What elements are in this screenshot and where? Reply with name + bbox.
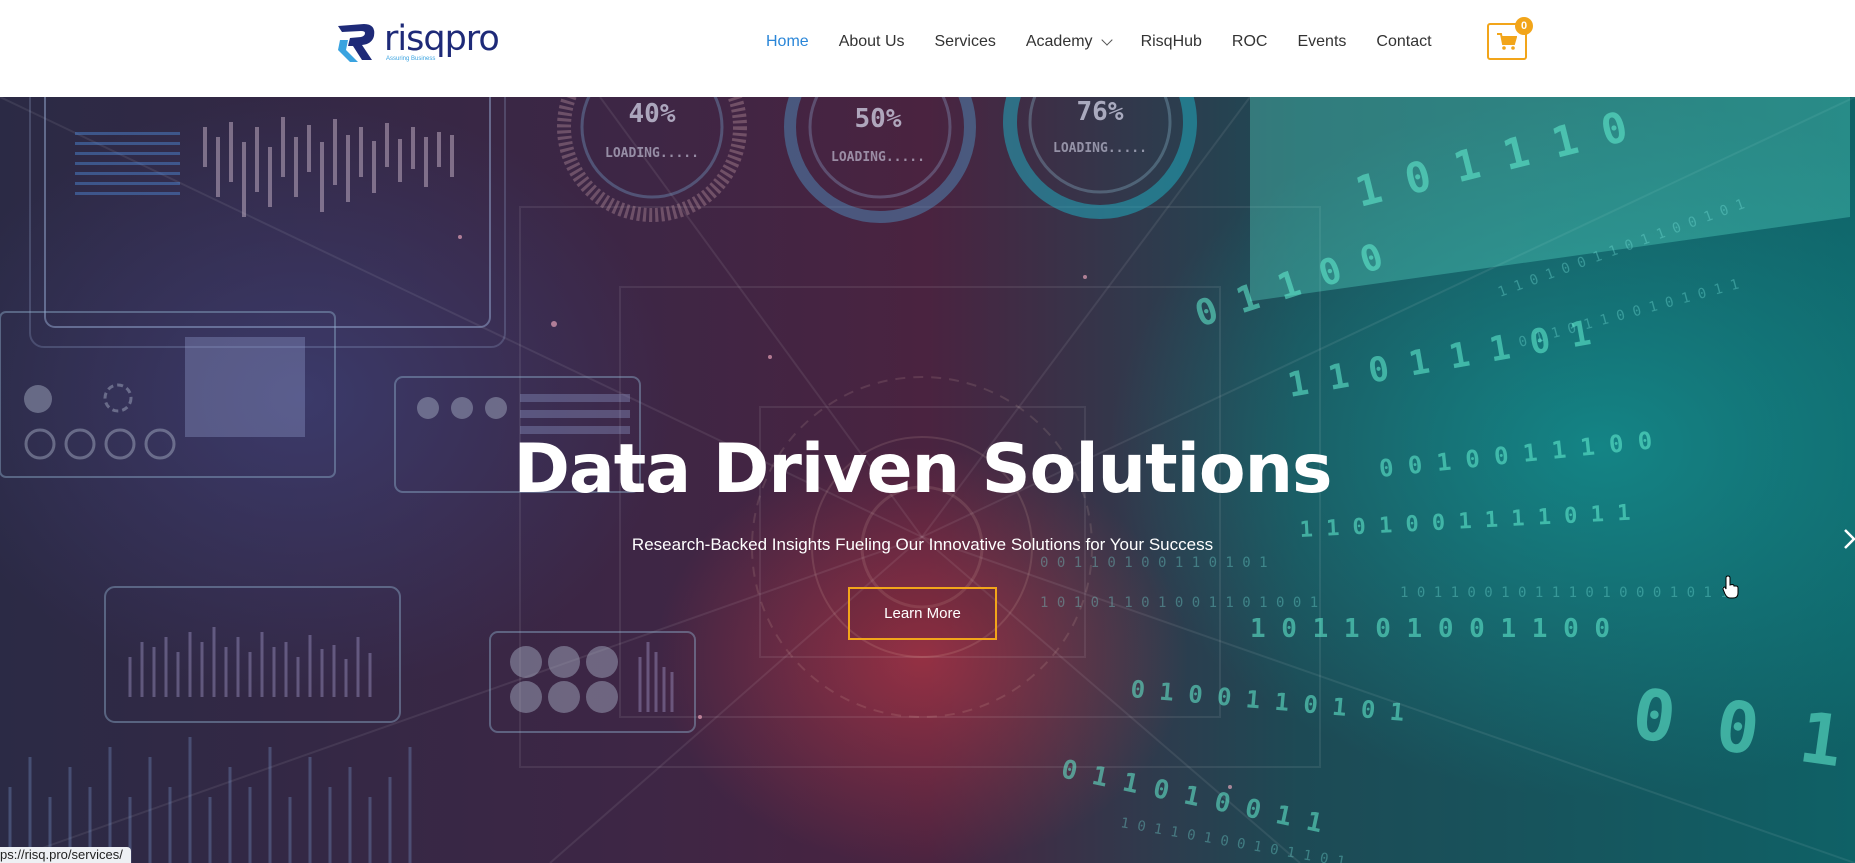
status-bar-url: ps://risq.pro/services/ [0,847,131,863]
svg-text:0 1 1 0 1 1 0 0 1 0 1 0 1 1: 0 1 1 0 1 1 0 0 1 0 1 0 1 1 [1517,277,1741,351]
svg-text:1 0 1 1 0 1 0 0 1 1 0 0: 1 0 1 1 0 1 0 0 1 1 0 0 [1250,614,1610,644]
nav-events[interactable]: Events [1297,33,1346,51]
nav-academy[interactable]: Academy [1025,33,1113,51]
cart-count-badge: 0 [1515,17,1533,35]
svg-text:0 0 1 1 0 1 0 0 1 1 0 1 0 1: 0 0 1 1 0 1 0 0 1 1 0 1 0 1 [1040,555,1268,571]
chevron-down-icon [1100,33,1113,46]
logo-tagline: Assuring Business [386,56,436,62]
gauge-3-label: LOADING..... [1053,141,1147,156]
gauge-2-percent: 50% [855,104,902,134]
learn-more-button[interactable]: Learn More [848,587,997,640]
site-header: risqpro Assuring Business Home About Us … [0,0,1855,97]
gauge-3-percent: 76% [1077,97,1124,127]
nav-contact[interactable]: Contact [1376,33,1431,51]
logo-text: risqpro [384,19,500,59]
gauge-2-label: LOADING..... [831,150,925,165]
shopping-cart-icon [1497,32,1517,50]
svg-text:1 0 1 0 1 1 0 1 0 0 1 1 0 1 0: 1 0 1 0 1 1 0 1 0 0 1 1 0 1 0 0 1 [1040,595,1318,611]
hand-pointer-icon [1722,575,1739,599]
gauge-1-label: LOADING..... [605,146,699,161]
main-nav: Home About Us Services Academy RisqHub R… [766,28,1462,56]
nav-services[interactable]: Services [935,33,996,51]
hero-subtitle: Research-Backed Insights Fueling Our Inn… [631,535,1214,554]
hero-slider: 40% LOADING..... 50% LOADING..... 76% LO… [0,97,1855,863]
hero-title: Data Driven Solutions [513,430,1332,509]
chevron-right-icon[interactable] [1843,527,1855,551]
nav-risqhub[interactable]: RisqHub [1141,33,1202,51]
nav-home[interactable]: Home [766,33,809,51]
site-logo[interactable]: risqpro Assuring Business [334,18,500,68]
nav-academy-label: Academy [1025,33,1093,50]
svg-text:0 1 0 0 1 1 0 1 0 1: 0 1 0 0 1 1 0 1 0 1 [1129,675,1405,727]
logo-mark-icon [338,24,375,62]
svg-text:1 0 1 1 0 0 1 0 1 1 1 0 1 0 0: 1 0 1 1 0 0 1 0 1 1 1 0 1 0 0 0 1 0 1 1 [1400,585,1729,601]
nav-roc[interactable]: ROC [1232,33,1268,51]
gauge-1-percent: 40% [629,99,676,129]
cart-button[interactable]: 0 [1487,17,1533,60]
svg-text:0 0 1: 0 0 1 [1628,673,1848,784]
nav-about-us[interactable]: About Us [839,33,905,51]
